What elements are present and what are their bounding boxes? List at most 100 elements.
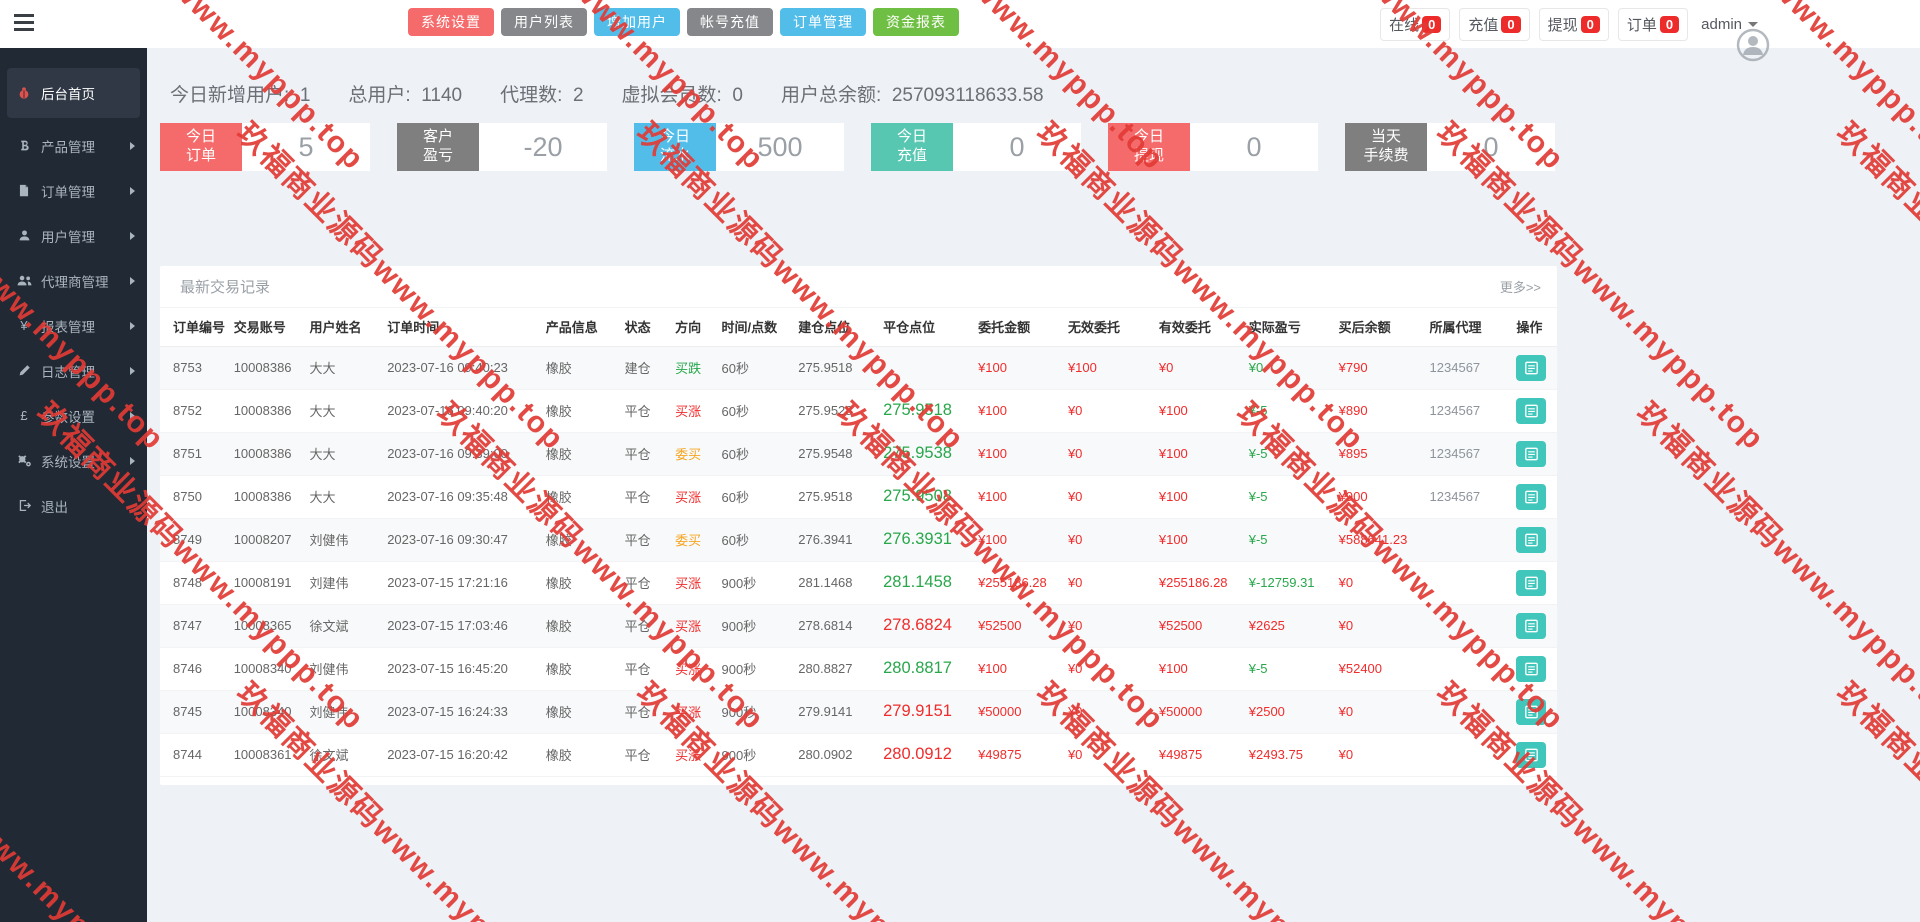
table-row: 8751 10008386 大大 2023-07-16 09:39:00 橡胶 平仓 委买 6… [160,432,1557,476]
sidebar-item-label: 日志管理 [41,364,95,380]
op-cell [1511,346,1557,390]
detail-button[interactable] [1516,741,1547,768]
product: 橡胶 [540,733,620,777]
balance-after: ¥900 [1333,475,1425,519]
nav-button-4[interactable]: 订单管理 [780,8,866,36]
hamburger-menu-icon[interactable] [14,14,36,32]
status: 平仓 [619,690,671,734]
sidebar: 后台首页产品管理 订单管理 用户管理代理商管理 ¥ 报表管理日志管理 £ 参数设置 系统设置退… [0,48,147,922]
column-header: 所属代理 [1424,308,1512,347]
trades-table: 订单编号 交易账号 用户姓名 订单时间 产品信息 状态 方向 时间/点数 建仓点位 平仓点位 委托金… [160,308,1557,777]
balance-after: ¥790 [1333,346,1425,390]
table-row: 8746 10008340 刘健伟 2023-07-15 16:45:20 橡胶 平仓 买涨… [160,647,1557,691]
table-row: 8750 10008386 大大 2023-07-16 09:35:48 橡胶 平仓 买涨 6… [160,475,1557,519]
stat-card-value: 5 [242,123,370,171]
pencil-icon [15,364,33,377]
close-point: 275.9518 [878,389,974,433]
top-header: 系统设置 用户列表 增加用户 帐号充值 订单管理 资金报表 在线 0 充值 0 提现 0 订单 0 ad… [0,0,1920,62]
nav-button-5[interactable]: 资金报表 [873,8,959,36]
badge-count: 0 [1422,16,1442,33]
balance-after: ¥0 [1333,561,1425,605]
detail-button[interactable] [1516,526,1547,553]
detail-button[interactable] [1516,483,1547,510]
sidebar-item-label: 报表管理 [41,319,95,335]
invalid-entrust: ¥0 [1062,733,1154,777]
entrust-amount: ¥49875 [973,733,1063,777]
op-cell [1511,432,1557,476]
sidebar-item-label: 代理商管理 [41,274,109,290]
sidebar-item-1[interactable]: 产品管理 [0,123,147,168]
order-id: 8746 [160,647,229,691]
status-badge[interactable]: 提现 0 [1538,8,1609,41]
order-time: 2023-07-15 16:20:42 [382,733,541,777]
product: 橡胶 [540,346,620,390]
nav-button-2[interactable]: 增加用户 [594,8,680,36]
detail-button[interactable] [1516,354,1547,381]
valid-entrust: ¥52500 [1153,604,1244,648]
sidebar-item-3[interactable]: 用户管理 [0,213,147,258]
open-point: 275.9518 [793,475,879,519]
latest-trades-panel: 最新交易记录 更多>> 订单编号 交易账号 用户姓名 订单时间 产品信息 状态 方向 时间/点… [160,266,1557,785]
column-header: 无效委托 [1062,308,1154,347]
balance-after: ¥0 [1333,733,1425,777]
period: 60秒 [716,432,794,476]
column-header: 实际盈亏 [1243,308,1334,347]
agent [1424,518,1512,562]
column-header: 订单编号 [160,308,229,347]
detail-button[interactable] [1516,698,1547,725]
order-time: 2023-07-16 09:35:48 [382,475,541,519]
order-id: 8744 [160,733,229,777]
chevron-right-icon [130,366,135,375]
nav-button-1[interactable]: 用户列表 [501,8,587,36]
nav-button-0[interactable]: 系统设置 [408,8,494,36]
product: 橡胶 [540,647,620,691]
column-header: 买后余额 [1333,308,1425,347]
bug-icon [15,86,33,100]
sidebar-item-4[interactable]: 代理商管理 [0,258,147,303]
detail-button[interactable] [1516,397,1547,424]
nav-button-3[interactable]: 帐号充值 [687,8,773,36]
actual-profit: ¥2493.75 [1243,733,1334,777]
period: 60秒 [716,389,794,433]
sidebar-item-0[interactable]: 后台首页 [7,68,140,118]
status-badge[interactable]: 在线 0 [1380,8,1451,41]
product: 橡胶 [540,475,620,519]
product: 橡胶 [540,604,620,648]
account: 10008386 [228,475,305,519]
avatar [1736,28,1770,67]
sidebar-item-5[interactable]: ¥ 报表管理 [0,303,147,348]
sidebar-item-9[interactable]: 退出 [0,483,147,528]
agent: 1234567 [1424,389,1512,433]
detail-button[interactable] [1516,569,1547,596]
status-badge[interactable]: 充值 0 [1459,8,1530,41]
close-point: 280.0912 [878,733,974,777]
status: 平仓 [619,561,671,605]
valid-entrust: ¥50000 [1153,690,1244,734]
op-cell [1511,475,1557,519]
user-name: 徐文斌 [304,733,383,777]
op-cell [1511,518,1557,562]
sidebar-item-7[interactable]: £ 参数设置 [0,393,147,438]
account: 10008361 [228,733,305,777]
period: 900秒 [716,690,794,734]
actual-profit: ¥0 [1243,346,1334,390]
stat-card-4: 今日 提现 0 [1108,123,1318,171]
stat-item: 总用户: 1140 [348,85,463,106]
column-header: 用户姓名 [304,308,383,347]
more-link[interactable]: 更多>> [1500,277,1541,296]
sidebar-item-2[interactable]: 订单管理 [0,168,147,213]
order-time: 2023-07-15 17:03:46 [382,604,541,648]
invalid-entrust: ¥0 [1062,561,1154,605]
stat-card-label: 当天 手续费 [1345,123,1427,171]
sidebar-item-6[interactable]: 日志管理 [0,348,147,393]
stat-cards-row: 今日 订单 5 客户 盈亏 -20 今日 流水 500 今日 充值 0 今日 提现 0 当天 手续费 0 [160,123,1920,171]
order-time: 2023-07-16 09:30:47 [382,518,541,562]
main-content: 今日新增用户: 1 总用户: 1140 代理数: 2 虚拟会员数: 0 用户总余额: 2… [147,48,1920,922]
sidebar-item-8[interactable]: 系统设置 [0,438,147,483]
status-badge[interactable]: 订单 0 [1617,8,1689,41]
detail-button[interactable] [1516,655,1547,682]
detail-button[interactable] [1516,440,1547,467]
balance-after: ¥895 [1333,432,1425,476]
detail-button[interactable] [1516,612,1547,639]
close-point [878,346,974,390]
